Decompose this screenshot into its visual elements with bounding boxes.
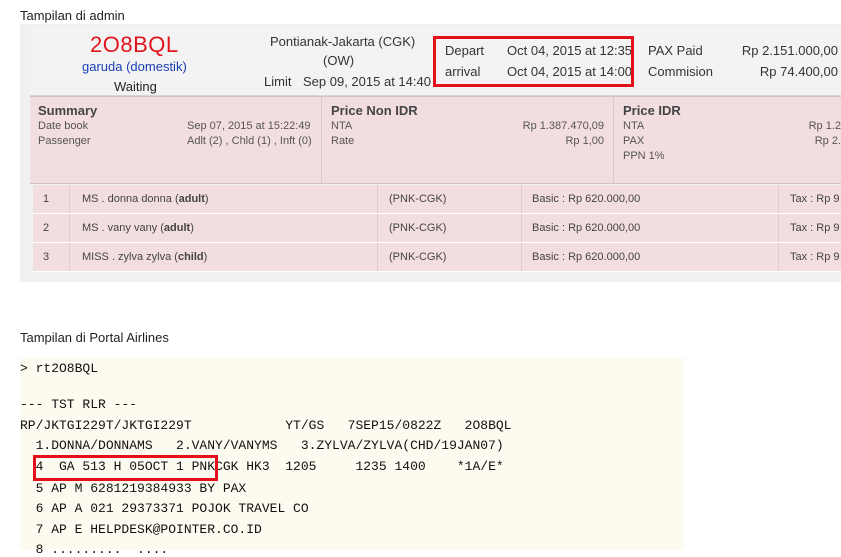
commission-value: Rp 74.400,00 xyxy=(759,64,838,79)
highlight-box-schedule xyxy=(433,36,634,87)
pax-name: MS . donna donna (adult) xyxy=(82,193,209,205)
pax-basic-fare: Basic : Rp 620.000,00 xyxy=(532,193,641,205)
terminal-line: RP/JKTGI229T/JKTGI229T YT/GS 7SEP15/0822… xyxy=(20,418,512,433)
pax-number: 1 xyxy=(43,193,50,205)
highlight-box-segment xyxy=(33,455,218,481)
booking-code[interactable]: 2O8BQL xyxy=(90,32,179,58)
cell-divider xyxy=(778,185,779,213)
cell-divider xyxy=(377,185,378,213)
table-row[interactable]: 1 MS . donna donna (adult) (PNK-CGK) Bas… xyxy=(33,185,841,214)
passenger-table: 1 MS . donna donna (adult) (PNK-CGK) Bas… xyxy=(33,185,841,273)
passenger-label: Passenger xyxy=(38,135,91,147)
pax-paid-value: Rp 2.151.000,00 xyxy=(741,43,838,58)
pax-paid-label: PAX Paid xyxy=(648,43,703,58)
rate-label: Rate xyxy=(331,135,355,147)
non-idr-nta-label: NTA xyxy=(331,120,353,132)
table-row[interactable]: 2 MS . vany vany (adult) (PNK-CGK) Basic… xyxy=(33,214,841,243)
cell-divider xyxy=(521,214,522,242)
limit-value: Sep 09, 2015 at 14:40 xyxy=(303,74,431,89)
pax-basic-fare: Basic : Rp 620.000,00 xyxy=(532,222,641,234)
pax-tax: Tax : Rp 9 xyxy=(790,193,840,205)
pax-number: 2 xyxy=(43,222,50,234)
admin-section-label: Tampilan di admin xyxy=(20,8,125,23)
terminal-line: --- TST RLR --- xyxy=(20,397,138,412)
cell-divider xyxy=(69,185,70,213)
idr-nta-value: Rp 1.2 xyxy=(808,120,841,132)
date-book-label: Date book xyxy=(38,120,89,132)
terminal-command: > rt2O8BQL xyxy=(20,361,99,376)
terminal-line: 1.DONNA/DONNAMS 2.VANY/VANYMS 3.ZYLVA/ZY… xyxy=(20,438,504,453)
cell-divider xyxy=(377,243,378,271)
cell-divider xyxy=(377,214,378,242)
cell-divider xyxy=(521,185,522,213)
pax-name: MISS . zylva zylva (child) xyxy=(82,251,208,263)
portal-section-label: Tampilan di Portal Airlines xyxy=(20,330,169,345)
route-label: Pontianak-Jakarta (CGK) xyxy=(270,34,416,49)
non-idr-nta-value: Rp 1.387.470,09 xyxy=(522,120,604,132)
pax-route: (PNK-CGK) xyxy=(389,193,447,205)
terminal-line: 5 AP M 6281219384933 BY PAX xyxy=(20,481,247,496)
idr-pax-value: Rp 2. xyxy=(814,135,841,147)
pax-number: 3 xyxy=(43,251,50,263)
rate-value: Rp 1,00 xyxy=(565,135,604,147)
passenger-value: Adlt (2) , Chld (1) , Inft (0) xyxy=(187,135,312,147)
pax-basic-fare: Basic : Rp 620.000,00 xyxy=(532,251,641,263)
airline-name: garuda (domestik) xyxy=(82,59,187,74)
summary-title: Summary xyxy=(38,103,98,118)
pax-tax: Tax : Rp 9 xyxy=(790,222,840,234)
booking-status: Waiting xyxy=(114,79,157,94)
pax-tax: Tax : Rp 9 xyxy=(790,251,840,263)
cell-divider xyxy=(778,214,779,242)
pax-name: MS . vany vany (adult) xyxy=(82,222,194,234)
column-divider xyxy=(613,97,614,183)
ppn-label: PPN 1% xyxy=(623,150,665,162)
table-row[interactable]: 3 MISS . zylva zylva (child) (PNK-CGK) B… xyxy=(33,243,841,272)
trip-type-label: (OW) xyxy=(323,53,355,68)
cell-divider xyxy=(521,243,522,271)
terminal-line: 6 AP A 021 29373371 POJOK TRAVEL CO xyxy=(20,501,309,516)
price-non-idr-title: Price Non IDR xyxy=(331,103,418,118)
cell-divider xyxy=(69,243,70,271)
cell-divider xyxy=(778,243,779,271)
idr-nta-label: NTA xyxy=(623,120,645,132)
cell-divider xyxy=(69,214,70,242)
column-divider xyxy=(321,97,322,183)
limit-label: Limit xyxy=(264,74,292,89)
price-idr-title: Price IDR xyxy=(623,103,681,118)
date-book-value: Sep 07, 2015 at 15:22:49 xyxy=(187,120,311,132)
summary-band: Summary Date book Sep 07, 2015 at 15:22:… xyxy=(30,96,841,184)
pax-route: (PNK-CGK) xyxy=(389,222,447,234)
pax-route: (PNK-CGK) xyxy=(389,251,447,263)
commission-label: Commision xyxy=(648,64,714,79)
terminal-line: 7 AP E HELPDESK@POINTER.CO.ID xyxy=(20,522,262,537)
idr-pax-label: PAX xyxy=(623,135,645,147)
